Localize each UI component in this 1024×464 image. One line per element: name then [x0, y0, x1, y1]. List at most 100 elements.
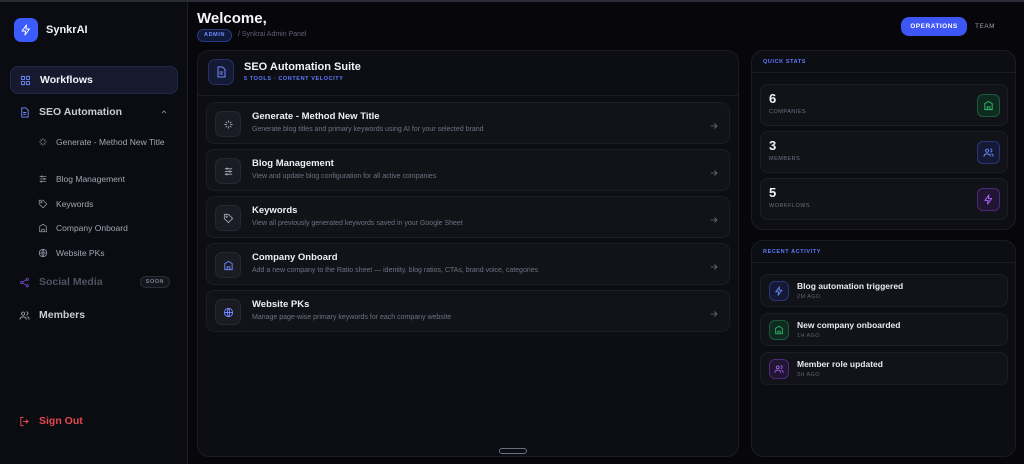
- activity-time: 2M AGO: [797, 294, 821, 300]
- stat-value: 5: [769, 185, 777, 200]
- tool-description: View all previously generated keywords s…: [252, 220, 463, 227]
- arrow-right-icon: [709, 259, 719, 277]
- brand[interactable]: SynkrAI: [14, 18, 88, 42]
- panel-label: RECENT ACTIVITY: [763, 249, 821, 255]
- tool-name: Keywords: [252, 205, 298, 216]
- activity-title: Member role updated: [797, 359, 883, 369]
- stat-value: 3: [769, 138, 777, 153]
- sidebar-subitem-label: Blog Management: [56, 174, 125, 184]
- tool-card-company-onboard[interactable]: Company Onboard Add a new company to the…: [206, 243, 730, 285]
- building-icon: [977, 94, 1000, 117]
- bolt-icon: [769, 281, 789, 301]
- stat-value: 6: [769, 91, 777, 106]
- recent-activity-panel: RECENT ACTIVITY Blog automation triggere…: [751, 240, 1016, 457]
- tool-name: Generate - Method New Title: [252, 111, 380, 122]
- stat-card-workflows: 5 WORKFLOWS: [760, 178, 1008, 220]
- stat-card-companies: 6 COMPANIES: [760, 84, 1008, 126]
- scroll-handle[interactable]: [499, 448, 527, 454]
- tool-description: View and update blog configuration for a…: [252, 173, 437, 180]
- bolt-logo-icon: [14, 18, 38, 42]
- sidebar-item-workflows[interactable]: Workflows: [10, 66, 178, 94]
- sidebar-item-label: Members: [39, 309, 86, 321]
- divider: [198, 95, 738, 96]
- sidebar-item-label: SEO Automation: [39, 106, 123, 118]
- tool-description: Manage page-wise primary keywords for ea…: [252, 314, 452, 321]
- share-icon: [18, 276, 30, 288]
- building-icon: [215, 252, 241, 278]
- sidebar-subitem-label: Company Onboard: [56, 223, 128, 233]
- tag-icon: [38, 199, 48, 209]
- logout-icon: [18, 415, 30, 427]
- soon-badge: SOON: [139, 276, 170, 288]
- building-icon: [769, 320, 789, 340]
- tool-description: Add a new company to the Ratio sheet — i…: [252, 267, 539, 274]
- tool-card-generate[interactable]: Generate - Method New Title Generate blo…: [206, 102, 730, 144]
- tool-card-keywords[interactable]: Keywords View all previously generated k…: [206, 196, 730, 238]
- document-icon: [18, 106, 30, 118]
- users-icon: [18, 309, 30, 321]
- grid-icon: [19, 74, 31, 86]
- stat-label: WORKFLOWS: [769, 203, 811, 209]
- sidebar-subitem-company-onboard[interactable]: Company Onboard: [38, 222, 178, 234]
- stat-label: COMPANIES: [769, 109, 807, 115]
- tool-name: Blog Management: [252, 158, 334, 169]
- globe-icon: [215, 299, 241, 325]
- activity-time: 1H AGO: [797, 333, 820, 339]
- activity-title: Blog automation triggered: [797, 281, 904, 291]
- users-icon: [977, 141, 1000, 164]
- sidebar-item-label: Social Media: [39, 276, 103, 288]
- tool-description: Generate blog titles and primary keyword…: [252, 126, 484, 133]
- sidebar-subitem-generate[interactable]: Generate - Method New Title: [38, 136, 178, 148]
- sidebar-subitem-label: Website PKs: [56, 248, 105, 258]
- tab-team[interactable]: TEAM: [975, 17, 995, 36]
- sidebar-item-label: Workflows: [40, 74, 93, 86]
- arrow-right-icon: [709, 212, 719, 230]
- divider: [752, 72, 1015, 73]
- sliders-icon: [215, 158, 241, 184]
- users-icon: [769, 359, 789, 379]
- role-badge: ADMIN: [197, 29, 233, 42]
- stat-label: MEMBERS: [769, 156, 801, 162]
- arrow-right-icon: [709, 118, 719, 136]
- suite-title: SEO Automation Suite: [244, 61, 361, 73]
- sidebar-subitem-keywords[interactable]: Keywords: [38, 198, 178, 210]
- suite-header: SEO Automation Suite 5 TOOLS · CONTENT V…: [208, 59, 361, 85]
- sidebar-subitem-label: Keywords: [56, 199, 94, 209]
- sidebar-subitem-website-pks[interactable]: Website PKs: [38, 247, 178, 259]
- activity-item[interactable]: Member role updated 3H AGO: [760, 352, 1008, 385]
- activity-title: New company onboarded: [797, 320, 901, 330]
- divider: [752, 262, 1015, 263]
- quick-stats-panel: QUICK STATS 6 COMPANIES 3 MEMBERS 5 WORK…: [751, 50, 1016, 230]
- sign-out-label: Sign Out: [39, 415, 83, 427]
- arrow-right-icon: [709, 306, 719, 324]
- brand-name: SynkrAI: [46, 24, 88, 36]
- seo-suite-panel: SEO Automation Suite 5 TOOLS · CONTENT V…: [197, 50, 739, 457]
- sliders-icon: [38, 174, 48, 184]
- document-icon: [208, 59, 234, 85]
- sidebar-subitem-label: Generate - Method New Title: [56, 137, 165, 147]
- tool-card-website-pks[interactable]: Website PKs Manage page-wise primary key…: [206, 290, 730, 332]
- activity-time: 3H AGO: [797, 372, 820, 378]
- page-title: Welcome,: [197, 10, 267, 27]
- sidebar-item-social-media[interactable]: Social Media SOON: [10, 268, 178, 296]
- tag-icon: [215, 205, 241, 231]
- sidebar-item-members[interactable]: Members: [10, 301, 178, 329]
- sparkle-icon: [215, 111, 241, 137]
- chevron-up-icon[interactable]: [160, 107, 168, 119]
- tool-name: Website PKs: [252, 299, 310, 310]
- activity-item[interactable]: New company onboarded 1H AGO: [760, 313, 1008, 346]
- building-icon: [38, 223, 48, 233]
- tool-card-blog-management[interactable]: Blog Management View and update blog con…: [206, 149, 730, 191]
- tool-name: Company Onboard: [252, 252, 338, 263]
- sidebar-item-seo-automation[interactable]: SEO Automation: [10, 98, 178, 126]
- suite-subtitle: 5 TOOLS · CONTENT VELOCITY: [244, 76, 344, 82]
- tab-operations[interactable]: OPERATIONS: [901, 17, 967, 36]
- arrow-right-icon: [709, 165, 719, 183]
- bolt-icon: [977, 188, 1000, 211]
- breadcrumb: / Synkrai Admin Panel: [238, 31, 307, 38]
- globe-icon: [38, 248, 48, 258]
- sign-out-button[interactable]: Sign Out: [10, 407, 178, 435]
- activity-item[interactable]: Blog automation triggered 2M AGO: [760, 274, 1008, 307]
- panel-label: QUICK STATS: [763, 59, 807, 65]
- sidebar-subitem-blog-management[interactable]: Blog Management: [38, 173, 178, 185]
